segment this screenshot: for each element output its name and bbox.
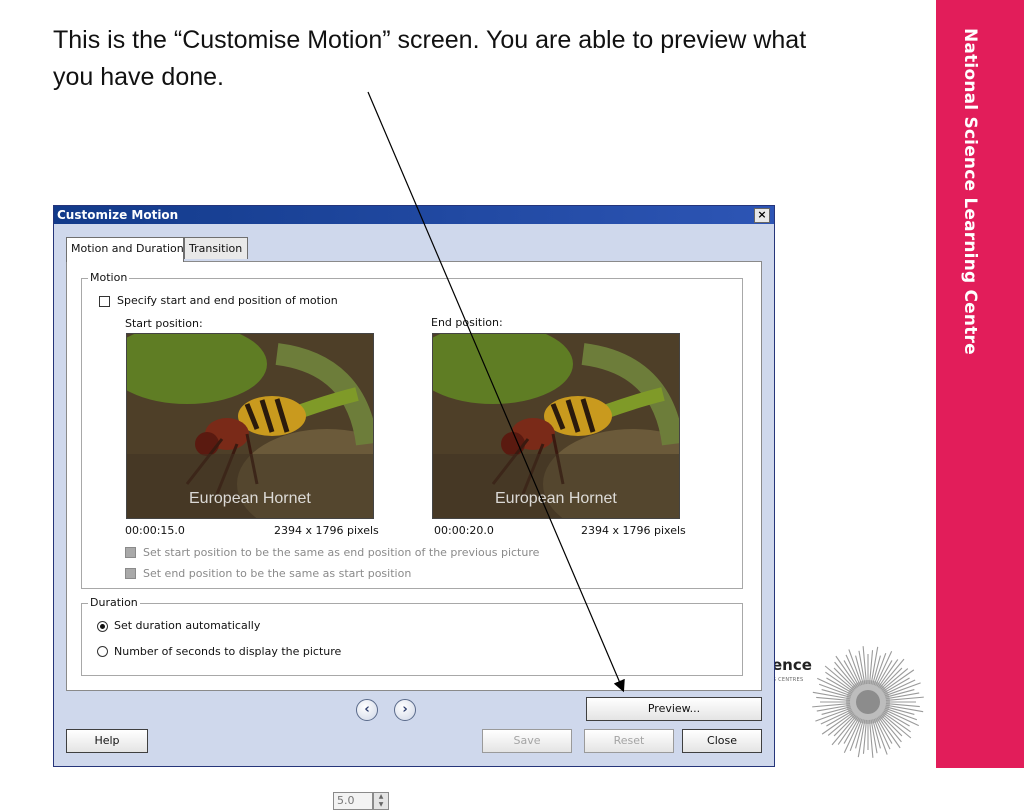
motion-legend: Motion [88, 271, 130, 284]
next-picture-button[interactable]: › [394, 699, 416, 721]
logo-subtext: G CENTRES [772, 677, 804, 683]
end-image-caption: European Hornet [495, 490, 617, 507]
close-icon[interactable]: × [754, 208, 770, 223]
tab-transition[interactable]: Transition [184, 237, 248, 259]
same-as-start-checkbox[interactable] [125, 568, 136, 579]
start-size: 2394 x 1796 pixels [274, 524, 379, 537]
tab-motion-and-duration[interactable]: Motion and Duration [66, 237, 184, 262]
seconds-duration-label[interactable]: Number of seconds to display the picture [114, 645, 341, 658]
dialog-titlebar[interactable]: Customize Motion × [54, 206, 774, 224]
start-time: 00:00:15.0 [125, 524, 185, 537]
specify-position-label[interactable]: Specify start and end position of motion [117, 294, 338, 307]
help-button[interactable]: Help [66, 729, 148, 753]
spinner-arrows[interactable]: ▲ ▼ [373, 792, 389, 810]
motion-group: Motion Specify start and end position of… [81, 271, 743, 589]
close-button[interactable]: Close [682, 729, 762, 753]
side-band-text: National Science Learning Centre [960, 28, 980, 355]
logo-text: ence [772, 656, 812, 674]
end-time: 00:00:20.0 [434, 524, 494, 537]
previous-picture-button[interactable]: ‹ [356, 699, 378, 721]
spin-up-icon[interactable]: ▲ [374, 793, 388, 801]
motion-tab-panel: Motion Specify start and end position of… [66, 261, 762, 691]
reset-button[interactable]: Reset [584, 729, 674, 753]
dialog-title: Customize Motion [57, 208, 179, 222]
auto-duration-radio[interactable] [97, 621, 108, 632]
preview-button[interactable]: Preview... [586, 697, 762, 721]
duration-group: Duration Set duration automatically Numb… [81, 596, 743, 676]
same-as-previous-checkbox[interactable] [125, 547, 136, 558]
end-position-image[interactable]: European Hornet [432, 333, 680, 519]
seconds-duration-radio[interactable] [97, 646, 108, 657]
save-button[interactable]: Save [482, 729, 572, 753]
start-position-image[interactable]: European Hornet [126, 333, 374, 519]
duration-legend: Duration [88, 596, 140, 609]
end-size: 2394 x 1796 pixels [581, 524, 686, 537]
slide-caption: This is the “Customise Motion” screen. Y… [53, 26, 807, 91]
start-position-label: Start position: [125, 317, 203, 330]
side-band: National Science Learning Centre [936, 0, 1024, 768]
start-image-caption: European Hornet [189, 490, 311, 507]
same-as-previous-label: Set start position to be the same as end… [143, 546, 540, 559]
dandelion-logo-icon [812, 646, 924, 758]
seconds-input[interactable]: 5.0 [333, 792, 373, 810]
auto-duration-label[interactable]: Set duration automatically [114, 619, 260, 632]
specify-position-checkbox[interactable] [99, 296, 110, 307]
chevron-left-icon: ‹ [364, 702, 370, 717]
customize-motion-dialog: Customize Motion × Motion and Duration T… [53, 205, 775, 810]
chevron-right-icon: › [402, 702, 408, 717]
end-position-label: End position: [431, 316, 503, 329]
same-as-start-label: Set end position to be the same as start… [143, 567, 412, 580]
spin-down-icon[interactable]: ▼ [374, 801, 388, 809]
